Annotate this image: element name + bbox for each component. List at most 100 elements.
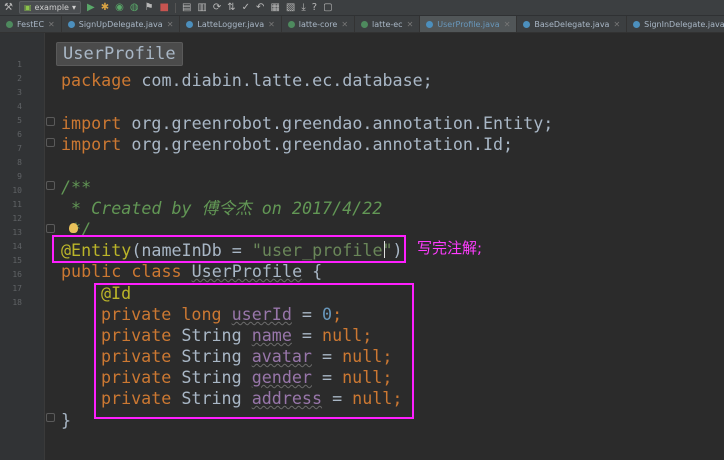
search-everywhere-icon[interactable]: ▢ (323, 2, 332, 13)
line-number: 18 (12, 298, 22, 307)
line-number: 11 (12, 200, 22, 209)
structure-icon[interactable]: ▦ (270, 2, 279, 13)
line-number: 14 (12, 242, 22, 251)
highlight-box-fields (94, 283, 414, 419)
module-icon (287, 20, 295, 28)
class-icon (523, 20, 531, 28)
doc-comment-start: /** (61, 177, 92, 197)
tab-userprofile[interactable]: UserProfile.java ✕ (420, 16, 518, 32)
line-number: 9 (17, 172, 22, 181)
import-path: org.greenrobot.greendao.annotation.Id; (121, 134, 514, 154)
sync-icon[interactable]: ⟳ (213, 2, 221, 13)
fold-marker-icon[interactable] (46, 117, 55, 126)
tab-signupdelegate[interactable]: SignUpDelegate.java ✕ (62, 16, 181, 32)
module-icon (361, 20, 369, 28)
tab-label: FestEC (17, 19, 45, 29)
attach-icon[interactable]: ⚑ (145, 2, 154, 13)
tab-label: LatteLogger.java (197, 19, 265, 29)
class-icon (186, 20, 194, 28)
profile-icon[interactable]: ◍ (130, 2, 139, 13)
run-icon[interactable]: ▶ (87, 2, 95, 13)
tab-label: SignInDelegate.java (644, 19, 724, 29)
toolbar: ⚒ ▣ example ▾ ▶ ✱ ◉ ◍ ⚑ ■ ▤ ▥ ⟳ ⇅ ✓ ↶ ▦ … (0, 0, 724, 16)
run-config-select[interactable]: ▣ example ▾ (18, 1, 81, 14)
stop-icon[interactable]: ■ (160, 2, 169, 13)
fold-marker-icon[interactable] (46, 224, 55, 233)
editor-tab-bar: FestEC ✕ SignUpDelegate.java ✕ LatteLogg… (0, 16, 724, 33)
vcs-icon[interactable]: ✓ (242, 2, 250, 13)
gradle-icon[interactable]: ⇅ (227, 2, 235, 13)
keyword-import: import (61, 113, 122, 133)
keyword-package: package (61, 70, 132, 90)
annotation-note: 写完注解; (417, 239, 483, 257)
tab-latte-ec[interactable]: latte-ec ✕ (355, 16, 421, 32)
line-number: 12 (12, 214, 22, 223)
close-icon[interactable]: ✕ (48, 20, 55, 29)
class-breadcrumb[interactable]: UserProfile (56, 42, 183, 66)
fold-marker-icon[interactable] (46, 181, 55, 190)
line-number: 16 (12, 270, 22, 279)
tab-lattelogger[interactable]: LatteLogger.java ✕ (180, 16, 282, 32)
chevron-down-icon: ▾ (71, 3, 76, 12)
import-path: org.greenrobot.greendao.annotation.Entit… (121, 113, 554, 133)
close-icon[interactable]: ✕ (504, 20, 511, 29)
highlight-box-entity (52, 235, 406, 263)
line-number: 13 (12, 228, 22, 237)
layout-icon[interactable]: ▧ (286, 2, 295, 13)
line-number: 8 (17, 158, 22, 167)
class-icon (426, 20, 434, 28)
line-number: 7 (17, 144, 22, 153)
package-name: com.diabin.latte.ec.database; (131, 70, 433, 90)
close-icon[interactable]: ✕ (341, 20, 348, 29)
line-number: 3 (17, 88, 22, 97)
line-number: 10 (12, 186, 22, 195)
tab-signindelegate[interactable]: SignInDelegate.java ✕ (627, 16, 724, 32)
line-number-gutter: 1 2 3 4 5 6 7 8 9 10 11 12 13 14 15 16 1… (0, 33, 45, 460)
code-line-package: package com.diabin.latte.ec.database; (61, 70, 433, 91)
fold-marker-icon[interactable] (46, 413, 55, 422)
tab-label: BaseDelegate.java (534, 19, 610, 29)
toolbar-divider (174, 2, 176, 13)
line-number: 17 (12, 284, 22, 293)
line-number: 5 (17, 116, 22, 125)
class-brace: { (302, 261, 323, 281)
keyword-import: import (61, 134, 122, 154)
help-icon[interactable]: ? (312, 2, 317, 13)
code-line-class-decl: public class UserProfile { (61, 261, 322, 282)
doc-comment-author: * Created by 傅令杰 on 2017/4/22 (61, 198, 383, 218)
class-icon (67, 20, 75, 28)
close-icon[interactable]: ✕ (167, 20, 174, 29)
avd-icon[interactable]: ▥ (197, 2, 206, 13)
class-name: UserProfile (191, 261, 303, 281)
run-config-label: example (34, 3, 69, 12)
line-number: 6 (17, 130, 22, 139)
undo-icon[interactable]: ↶ (256, 2, 264, 13)
class-icon (633, 20, 641, 28)
lightbulb-icon[interactable] (69, 223, 78, 233)
code-line-import-entity: import org.greenrobot.greendao.annotatio… (61, 113, 553, 134)
line-number: 4 (17, 102, 22, 111)
line-number: 2 (17, 74, 22, 83)
tab-festec[interactable]: FestEC ✕ (0, 16, 62, 32)
hammer-icon[interactable]: ⚒ (4, 2, 13, 13)
download-icon[interactable]: ⤓ (301, 2, 305, 13)
android-icon: ▣ (23, 3, 32, 12)
code-editor[interactable]: 1 2 3 4 5 6 7 8 9 10 11 12 13 14 15 16 1… (0, 33, 724, 460)
code-line-import-id: import org.greenrobot.greendao.annotatio… (61, 134, 513, 155)
tab-label: latte-core (298, 19, 338, 29)
module-icon (6, 20, 13, 28)
debug-icon[interactable]: ✱ (101, 2, 109, 13)
tab-latte-core[interactable]: latte-core ✕ (282, 16, 356, 32)
coverage-icon[interactable]: ◉ (115, 2, 124, 13)
tab-label: latte-ec (372, 19, 403, 29)
close-icon[interactable]: ✕ (613, 20, 620, 29)
line-number: 1 (17, 60, 22, 69)
sdk-manager-icon[interactable]: ▤ (182, 2, 191, 13)
keyword-public-class: public class (61, 261, 192, 281)
tab-basedelegate[interactable]: BaseDelegate.java ✕ (517, 16, 628, 32)
close-icon[interactable]: ✕ (268, 20, 275, 29)
close-icon[interactable]: ✕ (407, 20, 414, 29)
code-line-class-close: } (61, 410, 72, 430)
fold-marker-icon[interactable] (46, 138, 55, 147)
line-number: 15 (12, 256, 22, 265)
